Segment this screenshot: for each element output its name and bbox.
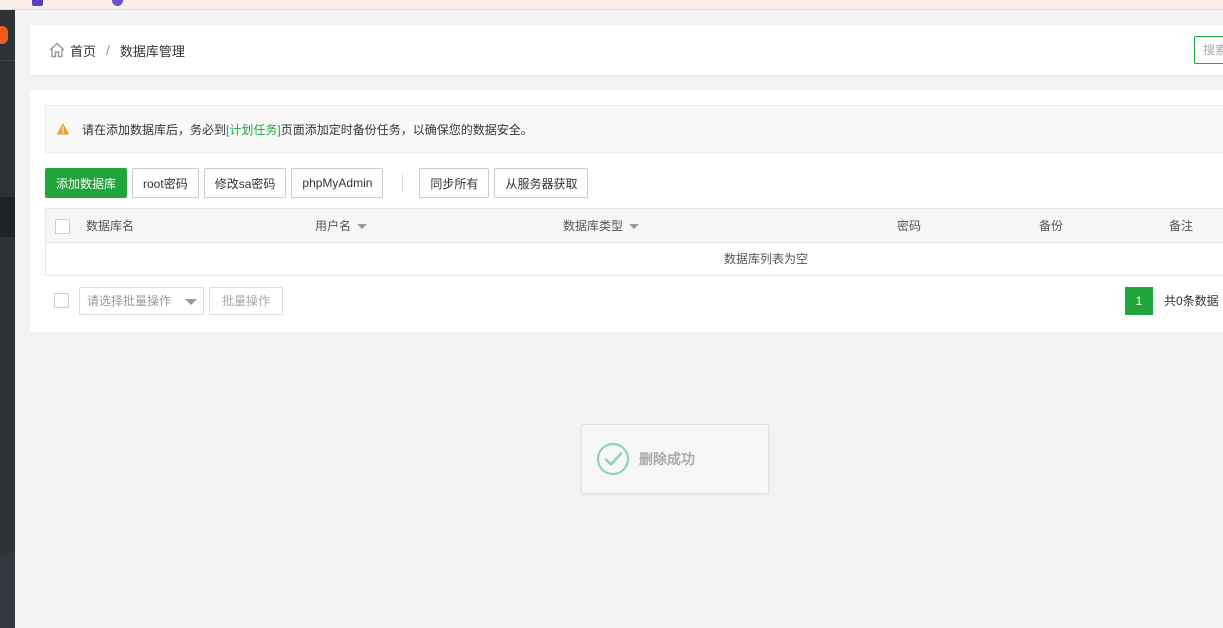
backup-notice: 请在添加数据库后，务必到 [计划任务] 页面添加定时备份任务，以确保您的数据安全… (45, 105, 1223, 153)
column-label: 备份 (1039, 219, 1064, 233)
toolbar: 添加数据库 root密码 修改sa密码 phpMyAdmin 同步所有 从服务器… (45, 168, 593, 198)
scheduled-tasks-link[interactable]: [计划任务] (226, 121, 281, 138)
bookmark-item[interactable] (112, 0, 123, 6)
warning-icon (56, 123, 70, 135)
sort-caret-icon[interactable] (629, 223, 640, 229)
column-label: 密码 (897, 219, 922, 233)
sort-caret-icon[interactable] (357, 223, 368, 229)
pagination-current-page[interactable]: 1 (1125, 287, 1153, 315)
home-icon[interactable] (48, 41, 66, 59)
sync-all-button[interactable]: 同步所有 (419, 168, 490, 198)
bookmark-item[interactable] (32, 0, 43, 6)
toolbar-divider (402, 174, 404, 192)
breadcrumb-current: 数据库管理 (119, 43, 185, 59)
browser-bookmark-strip (0, 0, 1223, 10)
notification-badge[interactable] (0, 26, 8, 44)
sidebar (0, 10, 15, 628)
column-label: 备注 (1169, 219, 1194, 233)
column-label: 数据库名 (86, 219, 135, 233)
select-all-checkbox[interactable] (55, 218, 70, 234)
batch-operation-select[interactable]: 请选择批量操作 (79, 287, 204, 315)
empty-table-message: 数据库列表为空 (723, 252, 808, 266)
table-footer: 请选择批量操作 批量操作 1 共0条数据 (45, 287, 1223, 315)
table-header: 数据库名 用户名 数据库类型 密码 备份 备注 (46, 209, 1223, 243)
sidebar-divider (0, 60, 15, 61)
change-sa-password-button[interactable]: 修改sa密码 (203, 168, 287, 198)
fetch-from-server-button[interactable]: 从服务器获取 (494, 168, 589, 198)
bookmark-icon (112, 0, 123, 6)
column-backup: 备份 (1039, 209, 1063, 243)
add-database-button[interactable]: 添加数据库 (45, 168, 128, 198)
batch-select-placeholder: 请选择批量操作 (87, 294, 172, 308)
search-input[interactable]: 搜索 (1194, 36, 1223, 64)
notice-text-suffix: 页面添加定时备份任务，以确保您的数据安全。 (280, 122, 533, 137)
sidebar-bottom-section (0, 553, 15, 628)
column-label: 数据库类型 (563, 219, 624, 233)
notice-text-prefix: 请在添加数据库后，务必到 (82, 122, 227, 137)
column-remark: 备注 (1169, 209, 1193, 243)
sidebar-item-active[interactable] (0, 197, 15, 237)
chevron-down-icon (185, 299, 197, 305)
header-bar: 首页 / 数据库管理 搜索 (30, 25, 1223, 75)
database-panel: 请在添加数据库后，务必到 [计划任务] 页面添加定时备份任务，以确保您的数据安全… (30, 90, 1223, 332)
toast-message: 删除成功 (639, 451, 695, 467)
select-all-checkbox-cell (55, 209, 70, 243)
column-password: 密码 (897, 209, 921, 243)
footer-select-all-checkbox[interactable] (54, 293, 69, 308)
column-label: 用户名 (315, 219, 352, 233)
database-table: 数据库名 用户名 数据库类型 密码 备份 备注 数据库列表为空 (45, 208, 1223, 276)
breadcrumb: 首页 / 数据库管理 (48, 25, 185, 75)
column-username[interactable]: 用户名 (315, 209, 368, 243)
batch-operation-button[interactable]: 批量操作 (209, 287, 284, 315)
column-db-type[interactable]: 数据库类型 (563, 209, 640, 243)
root-password-button[interactable]: root密码 (132, 168, 199, 198)
bookmark-icon (32, 0, 43, 6)
breadcrumb-home[interactable]: 首页 (70, 41, 96, 60)
check-circle-icon (596, 442, 630, 476)
column-db-name: 数据库名 (86, 209, 134, 243)
breadcrumb-separator: / (106, 42, 110, 58)
phpmyadmin-button[interactable]: phpMyAdmin (291, 168, 384, 198)
success-toast: 删除成功 (581, 424, 769, 494)
pagination-total: 共0条数据 (1164, 294, 1219, 308)
